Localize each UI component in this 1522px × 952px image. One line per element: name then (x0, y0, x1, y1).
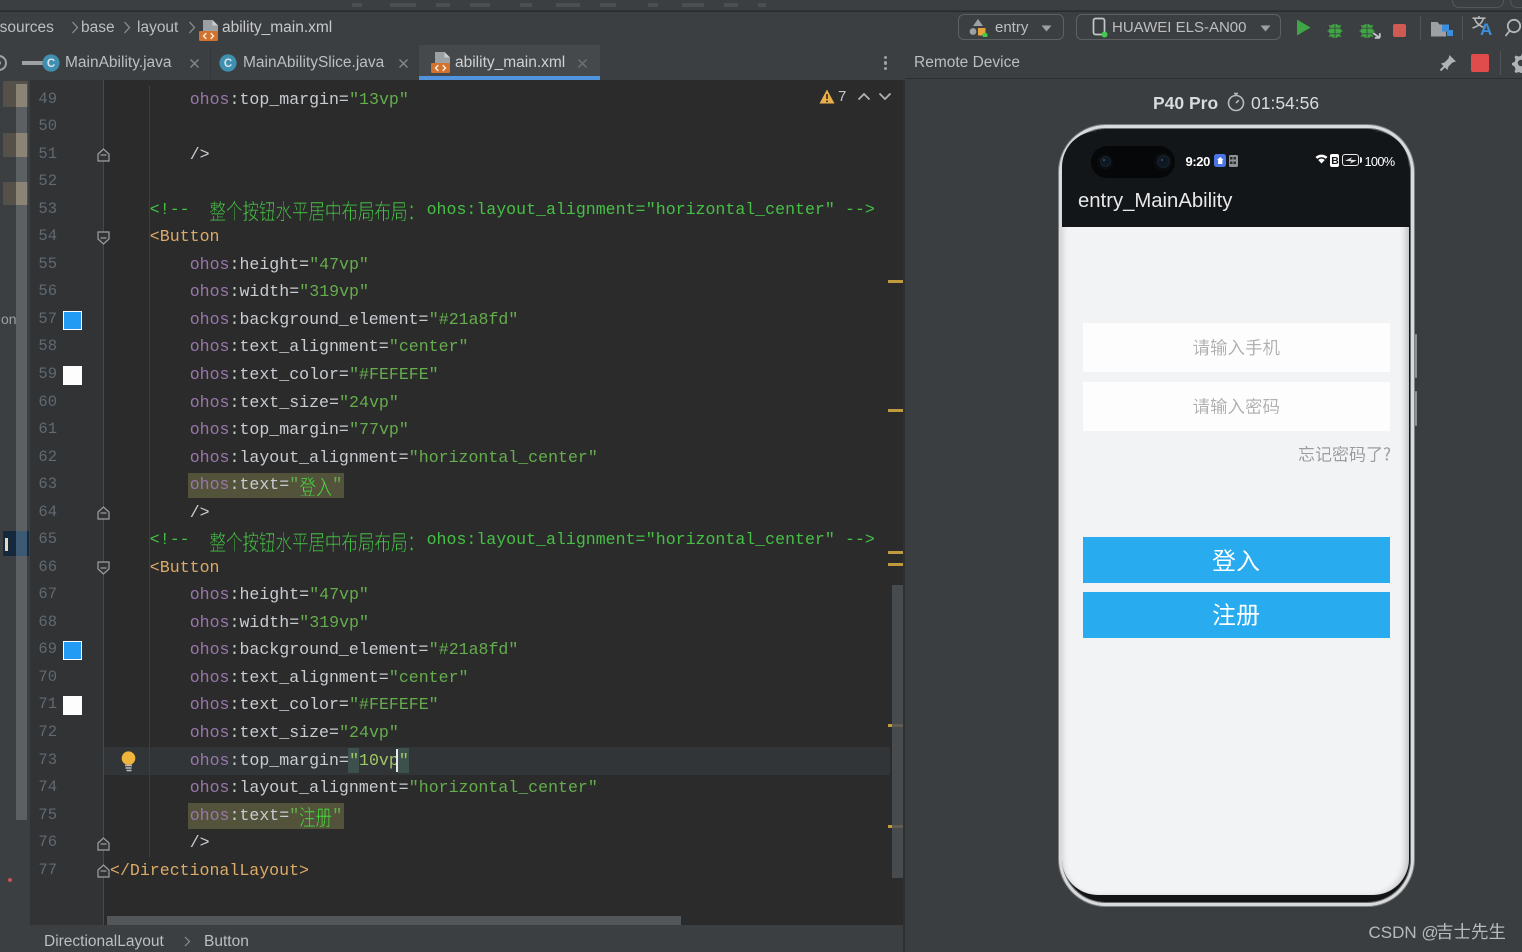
svg-text:C: C (46, 58, 54, 70)
svg-text:C: C (223, 58, 231, 70)
